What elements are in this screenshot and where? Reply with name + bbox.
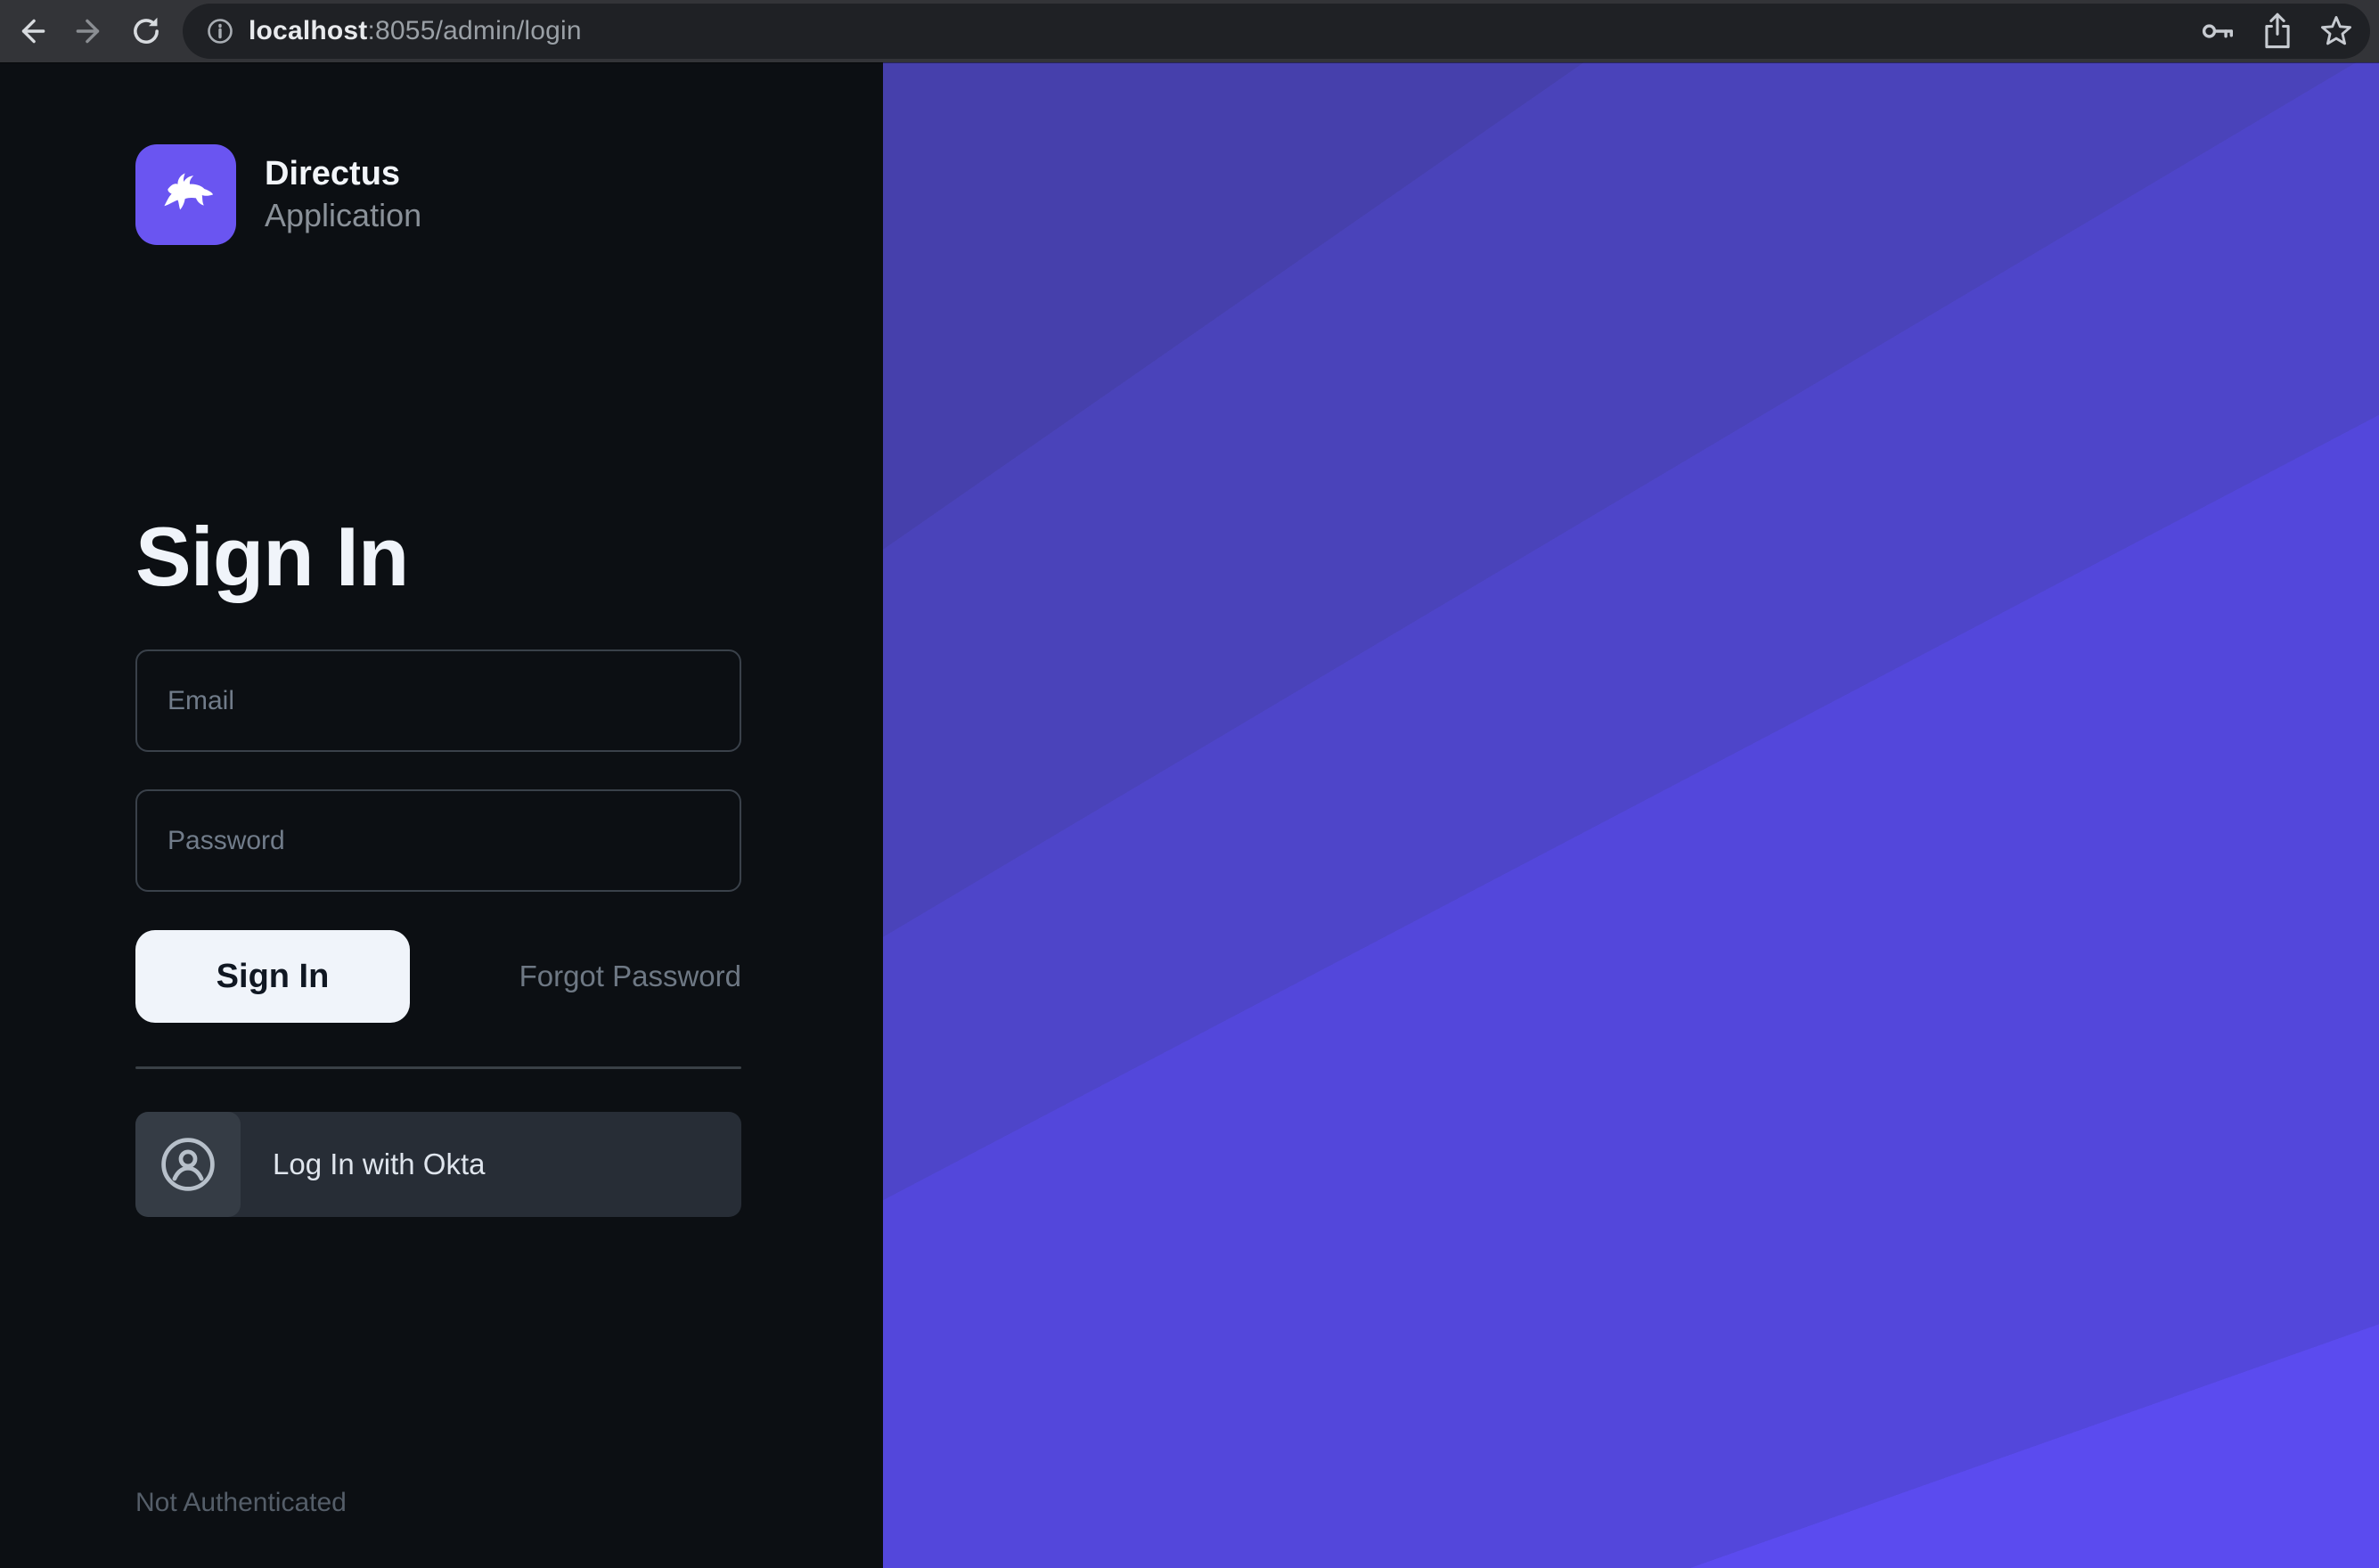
- okta-login-button[interactable]: Log In with Okta: [135, 1112, 741, 1217]
- sign-in-button[interactable]: Sign In: [135, 930, 410, 1023]
- bookmark-star-icon[interactable]: [2318, 13, 2354, 49]
- reload-button[interactable]: [122, 7, 170, 55]
- browser-toolbar: localhost:8055/admin/login: [0, 0, 2379, 62]
- forward-arrow-icon: [72, 14, 106, 48]
- back-button[interactable]: [8, 7, 56, 55]
- site-info-icon[interactable]: [204, 15, 236, 47]
- rabbit-icon: [150, 159, 223, 232]
- forgot-password-link[interactable]: Forgot Password: [519, 960, 741, 993]
- divider: [135, 1066, 741, 1069]
- directus-logo: [135, 144, 236, 245]
- okta-icon-box: [135, 1112, 241, 1217]
- forward-button[interactable]: [65, 7, 113, 55]
- url-host: localhost: [249, 16, 368, 45]
- page-title: Sign In: [135, 513, 741, 601]
- password-field[interactable]: [135, 789, 741, 892]
- share-icon[interactable]: [2260, 13, 2295, 49]
- reload-icon: [129, 14, 163, 48]
- art-panel: [883, 62, 2379, 1568]
- password-key-icon[interactable]: [2201, 13, 2236, 49]
- back-arrow-icon: [15, 14, 49, 48]
- url-text: localhost:8055/admin/login: [249, 16, 582, 46]
- url-path: :8055/admin/login: [368, 16, 582, 45]
- brand-subtitle: Application: [265, 195, 421, 235]
- email-field[interactable]: [135, 649, 741, 752]
- brand-header: Directus Application: [135, 144, 741, 245]
- actions-row: Sign In Forgot Password: [135, 930, 741, 1023]
- user-circle-icon: [158, 1134, 218, 1195]
- address-bar[interactable]: localhost:8055/admin/login: [183, 4, 2370, 59]
- auth-status: Not Authenticated: [135, 1488, 741, 1518]
- login-panel: Directus Application Sign In Sign In For…: [0, 62, 883, 1568]
- brand-title: Directus: [265, 154, 421, 195]
- okta-label: Log In with Okta: [273, 1147, 485, 1181]
